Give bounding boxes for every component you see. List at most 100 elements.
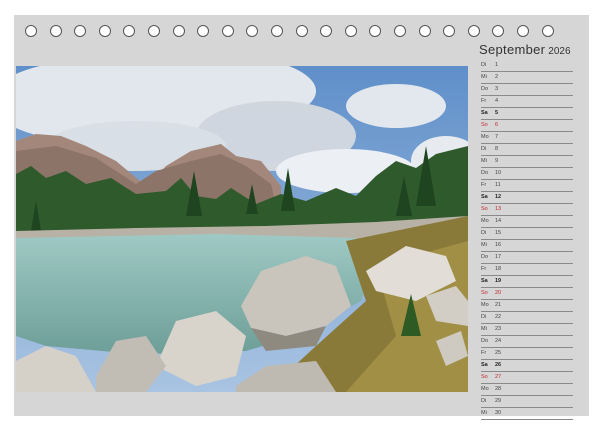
day-name: Mi [481, 158, 487, 165]
binding-ring [148, 25, 160, 37]
day-row: Mi 2 [481, 72, 573, 85]
day-name: Di [481, 62, 487, 68]
day-name: Mo [481, 134, 489, 141]
day-number: 24 [495, 338, 502, 345]
day-name: Mo [481, 302, 489, 309]
day-number: 15 [495, 230, 502, 237]
day-number: 10 [495, 170, 502, 177]
day-row: Mo 21 [481, 300, 573, 313]
day-number: 11 [495, 182, 501, 189]
day-number: 21 [495, 302, 502, 309]
binding-ring [418, 25, 431, 37]
day-number: 3 [495, 86, 499, 93]
day-number: 12 [495, 194, 502, 201]
day-number: 2 [495, 74, 499, 81]
day-number: 14 [495, 218, 502, 225]
day-number: 9 [495, 158, 499, 165]
binding-ring [25, 25, 37, 37]
day-number: 7 [495, 134, 499, 141]
day-name: Di [481, 146, 487, 153]
day-name: Fr [481, 266, 487, 273]
binding-ring [49, 25, 62, 37]
day-name: Di [481, 398, 487, 405]
day-row: Fr 11 [481, 180, 573, 193]
day-number: 19 [495, 278, 502, 285]
day-number: 1 [495, 62, 499, 68]
day-number: 22 [495, 314, 502, 321]
binding-ring [98, 25, 111, 37]
day-number: 23 [495, 326, 502, 333]
binding-ring [369, 25, 382, 37]
day-row: Sa 12 [481, 192, 573, 205]
day-list: Di 1 Mi 2 Do 3 Fr 4 Sa 5 So 6 Mo 7 Di 8 Mi 9 Do 10 Fr 11 Sa 12 S… [481, 60, 573, 421]
day-name: Do [481, 254, 489, 261]
binding-ring [271, 25, 283, 37]
day-number: 13 [495, 206, 502, 213]
day-row: Mi 23 [481, 324, 573, 337]
day-row: Do 10 [481, 168, 573, 181]
day-number: 26 [495, 362, 502, 369]
day-number: 17 [495, 254, 502, 261]
day-name: So [481, 290, 488, 297]
binding-ring [344, 25, 357, 37]
day-name: Do [481, 86, 489, 93]
day-name: Sa [481, 362, 488, 369]
day-row: So 13 [481, 204, 573, 217]
month-name: September [479, 42, 546, 57]
day-name: Fr [481, 182, 487, 189]
day-name: Sa [481, 278, 488, 285]
day-name: Mi [481, 410, 487, 417]
day-name: Mo [481, 386, 489, 393]
day-number: 28 [495, 386, 502, 393]
day-name: Sa [481, 194, 488, 201]
binding-ring [246, 25, 259, 37]
day-name: Mi [481, 326, 487, 333]
day-name: Mo [481, 218, 489, 225]
day-row: Mi 30 [481, 408, 573, 421]
binding-ring [123, 25, 136, 37]
day-number: 18 [495, 266, 502, 273]
day-number: 4 [495, 98, 499, 105]
spiral-binding [14, 25, 589, 39]
day-number: 25 [495, 350, 502, 357]
day-row: Sa 19 [481, 276, 573, 289]
month-title: September 2026 [479, 42, 571, 57]
day-name: So [481, 374, 488, 381]
day-row: Sa 26 [481, 360, 573, 373]
day-row: Fr 25 [481, 348, 573, 361]
day-row: Di 15 [481, 228, 573, 241]
day-row: Mi 9 [481, 156, 573, 169]
binding-ring [467, 25, 480, 37]
day-name: Sa [481, 110, 488, 117]
day-row: So 6 [481, 120, 573, 133]
day-name: So [481, 206, 488, 213]
day-name: Fr [481, 98, 487, 105]
day-number: 30 [495, 410, 502, 417]
day-number: 16 [495, 242, 502, 249]
day-name: Mi [481, 74, 487, 81]
binding-ring [517, 25, 529, 37]
day-name: So [481, 122, 488, 129]
day-row: Mo 7 [481, 132, 573, 145]
day-number: 5 [495, 110, 499, 117]
day-number: 29 [495, 398, 502, 405]
calendar-page: September 2026 Di 1 Mi 2 Do 3 Fr 4 Sa 5 So 6 Mo 7 Di 8 Mi… [14, 15, 589, 421]
day-number: 6 [495, 122, 499, 129]
binding-ring [492, 25, 505, 37]
binding-ring [221, 25, 234, 37]
day-name: Di [481, 314, 487, 321]
binding-ring [295, 25, 308, 37]
binding-ring [320, 25, 333, 37]
day-row: Di 22 [481, 312, 573, 325]
day-row: Sa 5 [481, 108, 573, 121]
day-row: So 27 [481, 372, 573, 385]
day-name: Di [481, 230, 487, 237]
day-name: Do [481, 170, 489, 177]
day-row: Fr 18 [481, 264, 573, 277]
day-row: Di 8 [481, 144, 573, 157]
day-row: Di 1 [481, 60, 573, 73]
day-row: So 20 [481, 288, 573, 301]
landscape-photo [16, 66, 468, 392]
day-row: Do 17 [481, 252, 573, 265]
day-name: Mi [481, 242, 487, 249]
